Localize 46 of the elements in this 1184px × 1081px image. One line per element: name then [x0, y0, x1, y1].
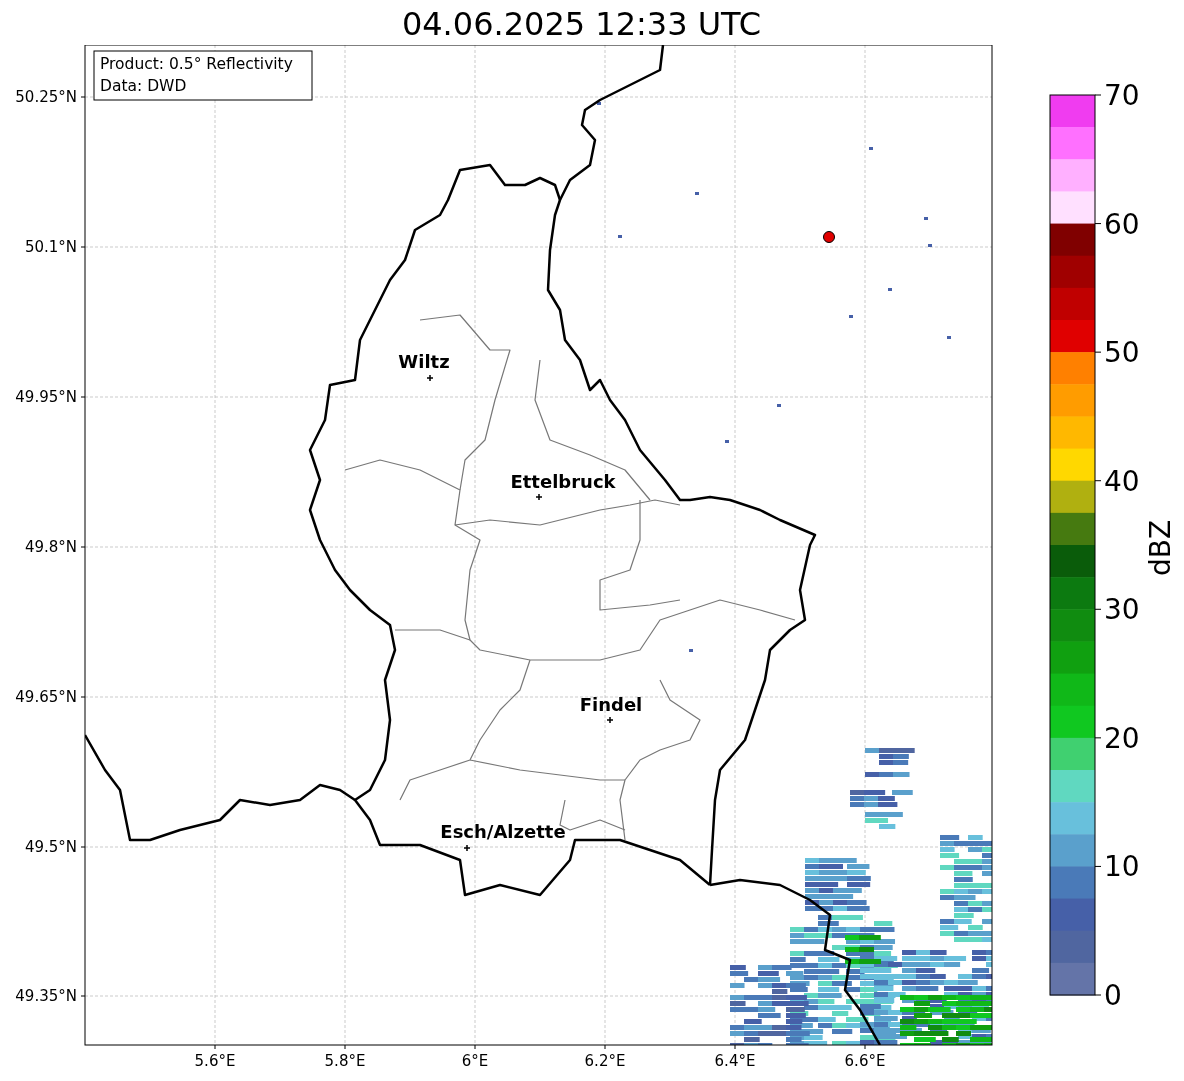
- legend-text: Product: 0.5° Reflectivity: [100, 55, 293, 73]
- axis-tick-label: 6.6°E: [844, 1052, 886, 1070]
- radar-site-marker: [823, 231, 835, 243]
- colorbar-tick-label: 50: [1104, 336, 1140, 370]
- colorbar-tick-label: 30: [1104, 593, 1140, 627]
- chart-title: 04.06.2025 12:33 UTC: [401, 4, 762, 45]
- city-marker: [463, 844, 471, 852]
- radar-speckle: [947, 336, 951, 339]
- radar-speckle: [725, 440, 729, 443]
- radar-speckle: [849, 315, 853, 318]
- city-label: Findel: [579, 694, 643, 715]
- radar-speckle: [689, 649, 693, 652]
- legend-text: Data: DWD: [100, 77, 187, 95]
- radar-speckle: [597, 102, 601, 105]
- city-label: Wiltz: [398, 351, 450, 372]
- axis-tick-label: 50.25°N: [15, 88, 77, 106]
- colorbar-tick-label: 40: [1104, 464, 1140, 498]
- radar-speckle: [928, 244, 932, 247]
- axis-tick-label: 49.8°N: [24, 538, 77, 556]
- radar-speckle: [888, 288, 892, 291]
- colorbar-label: dBZ: [1144, 519, 1177, 577]
- colorbar-tick-label: 10: [1104, 850, 1140, 884]
- radar-speckle: [924, 217, 928, 220]
- axis-tick-label: 49.35°N: [15, 987, 77, 1005]
- radar-speckle: [869, 147, 873, 150]
- city-label: Ettelbruck: [510, 471, 616, 492]
- axis-tick-label: 5.8°E: [324, 1052, 366, 1070]
- axis-tick-label: 6.2°E: [584, 1052, 626, 1070]
- axis-tick-label: 6°E: [461, 1052, 489, 1070]
- colorbar-tick-label: 60: [1104, 207, 1140, 241]
- axis-tick-label: 49.95°N: [15, 388, 77, 406]
- city-marker: [426, 374, 434, 382]
- radar-speckle: [695, 192, 699, 195]
- axis-tick-label: 6.4°E: [714, 1052, 756, 1070]
- city-marker: [535, 493, 543, 501]
- axis-tick-label: 49.65°N: [15, 688, 77, 706]
- axis-tick-label: 5.6°E: [194, 1052, 236, 1070]
- axis-tick-label: 50.1°N: [24, 238, 77, 256]
- radar-speckle: [618, 235, 622, 238]
- axis-tick-label: 49.5°N: [24, 838, 77, 856]
- colorbar-tick-label: 20: [1104, 721, 1140, 755]
- city-label: Esch/Alzette: [440, 821, 566, 842]
- colorbar-tick-label: 0: [1104, 979, 1122, 1012]
- radar-speckle: [777, 404, 781, 407]
- city-marker: [606, 716, 614, 724]
- colorbar-tick-label: 70: [1104, 79, 1140, 112]
